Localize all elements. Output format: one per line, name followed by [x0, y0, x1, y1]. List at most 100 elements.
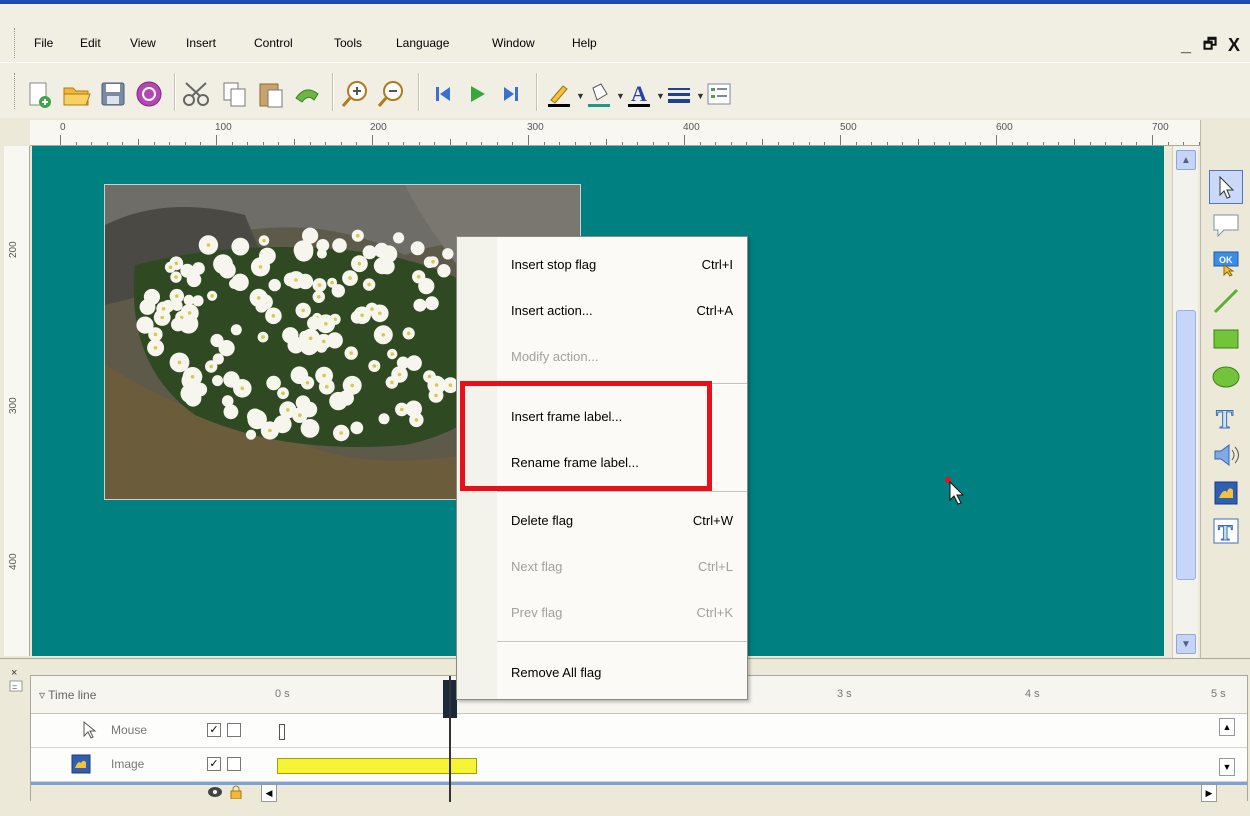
- timeline-title[interactable]: ▿ Time line: [39, 688, 96, 702]
- scroll-thumb[interactable]: [1176, 310, 1196, 580]
- ruler-label: 700: [1152, 122, 1169, 133]
- save-icon[interactable]: [98, 79, 128, 109]
- new-file-icon[interactable]: [24, 79, 54, 109]
- svg-text:OK: OK: [1219, 255, 1233, 265]
- pointer-icon[interactable]: [1209, 170, 1243, 204]
- timeline-scroll-right[interactable]: ▶: [1201, 784, 1217, 802]
- ruler-tick: [153, 142, 155, 145]
- flower-center: [370, 307, 374, 311]
- copy-icon[interactable]: [220, 79, 250, 109]
- timeline-row-mouse[interactable]: Mouse ✓: [31, 714, 1247, 748]
- ruler-corner: [0, 120, 30, 146]
- menu-item-label: Modify action...: [511, 349, 599, 364]
- first-frame-icon[interactable]: [428, 79, 458, 109]
- flower-blossom: [223, 404, 239, 420]
- ruler-label: 100: [215, 122, 232, 133]
- menu-grip[interactable]: [14, 28, 17, 58]
- flower-center: [416, 275, 421, 279]
- ellipse-icon[interactable]: [1209, 360, 1243, 394]
- image-track-bar[interactable]: [277, 758, 477, 774]
- menu-control[interactable]: Control: [254, 36, 293, 50]
- publish-icon[interactable]: [134, 79, 164, 109]
- line-style-icon[interactable]: [664, 79, 694, 109]
- scroll-up-button[interactable]: ▲: [1176, 150, 1196, 170]
- ruler-tick: [1120, 142, 1122, 145]
- image-icon[interactable]: [1209, 476, 1243, 510]
- visible-checkbox[interactable]: ✓: [207, 757, 221, 771]
- line-icon[interactable]: [1209, 284, 1243, 318]
- ruler-tick: [777, 142, 779, 145]
- svg-text:×: ×: [11, 667, 17, 679]
- menu-edit[interactable]: Edit: [80, 36, 101, 50]
- flower-center: [177, 360, 182, 365]
- lock-checkbox[interactable]: [227, 723, 241, 737]
- minimize-button[interactable]: _: [1176, 34, 1196, 56]
- timeline-scroll-down[interactable]: ▼: [1219, 758, 1235, 776]
- properties-icon[interactable]: [704, 79, 734, 109]
- button-icon[interactable]: OK: [1209, 246, 1243, 280]
- undo-icon[interactable]: [292, 79, 322, 109]
- play-icon[interactable]: [462, 79, 492, 109]
- callout-icon[interactable]: [1209, 208, 1243, 242]
- flower-blossom: [247, 409, 267, 430]
- ruler-label: 200: [370, 122, 387, 133]
- last-frame-icon[interactable]: [496, 79, 526, 109]
- ruler-tick: [496, 142, 498, 145]
- menu-file[interactable]: File: [34, 36, 53, 50]
- menu-tools[interactable]: Tools: [334, 36, 362, 50]
- flower-center: [367, 282, 371, 287]
- paste-icon[interactable]: [256, 79, 286, 109]
- ruler-tick: [918, 139, 919, 145]
- close-button[interactable]: X: [1224, 34, 1244, 56]
- visible-checkbox[interactable]: ✓: [207, 723, 221, 737]
- open-folder-icon[interactable]: [62, 79, 92, 109]
- menu-help[interactable]: Help: [572, 36, 597, 50]
- flower-center: [390, 352, 395, 356]
- restore-button[interactable]: 🗗: [1200, 34, 1220, 56]
- menu-view[interactable]: View: [130, 36, 156, 50]
- toolbar-grip[interactable]: [14, 73, 17, 109]
- flower-center: [305, 381, 310, 385]
- cut-icon[interactable]: [182, 79, 212, 109]
- flower-blossom: [212, 375, 223, 387]
- scroll-down-button[interactable]: ▼: [1176, 634, 1196, 654]
- flower-center: [431, 260, 435, 264]
- lock-icon[interactable]: [229, 785, 243, 802]
- eye-icon[interactable]: [207, 785, 223, 802]
- timeline-title-text: Time line: [48, 688, 97, 702]
- menu-bar: File Edit View Insert Control Tools Lang…: [0, 4, 1250, 62]
- flower-center: [240, 386, 245, 391]
- flower-blossom: [442, 248, 454, 260]
- menu-item-label: Insert action...: [511, 303, 593, 318]
- window-controls: _ 🗗 X: [1176, 34, 1244, 56]
- text-icon[interactable]: T: [1209, 400, 1243, 434]
- fill-color-icon[interactable]: [584, 79, 614, 109]
- flower-blossom: [307, 316, 321, 331]
- mouse-track-marker[interactable]: [279, 724, 285, 740]
- ruler-tick: [762, 139, 763, 145]
- lock-checkbox[interactable]: [227, 757, 241, 771]
- sound-icon[interactable]: [1209, 438, 1243, 472]
- ruler-tick: [1105, 142, 1107, 145]
- timeline-scroll-up[interactable]: ▲: [1219, 718, 1235, 736]
- timeline-row-image[interactable]: Image ✓: [31, 748, 1247, 782]
- text-box-icon[interactable]: T: [1209, 514, 1243, 548]
- menu-insert[interactable]: Insert: [186, 36, 216, 50]
- menu-language[interactable]: Language: [396, 36, 449, 50]
- font-color-icon[interactable]: A: [624, 79, 654, 109]
- flower-blossom: [230, 324, 242, 336]
- timeline-close-icon[interactable]: × =: [8, 665, 26, 705]
- playhead-line[interactable]: [449, 676, 451, 802]
- menu-window[interactable]: Window: [492, 36, 535, 50]
- flower-center: [168, 265, 173, 270]
- canvas-vertical-scrollbar[interactable]: ▲ ▼: [1172, 146, 1198, 658]
- rectangle-icon[interactable]: [1209, 322, 1243, 356]
- line-color-icon[interactable]: [544, 79, 574, 109]
- timeline-scroll-left[interactable]: ◀: [261, 784, 277, 802]
- flower-center: [360, 313, 364, 318]
- ruler-tick: [200, 142, 202, 145]
- zoom-in-icon[interactable]: [340, 79, 370, 109]
- ruler-tick: [1058, 142, 1060, 145]
- flower-blossom: [350, 421, 364, 435]
- zoom-out-icon[interactable]: [376, 79, 406, 109]
